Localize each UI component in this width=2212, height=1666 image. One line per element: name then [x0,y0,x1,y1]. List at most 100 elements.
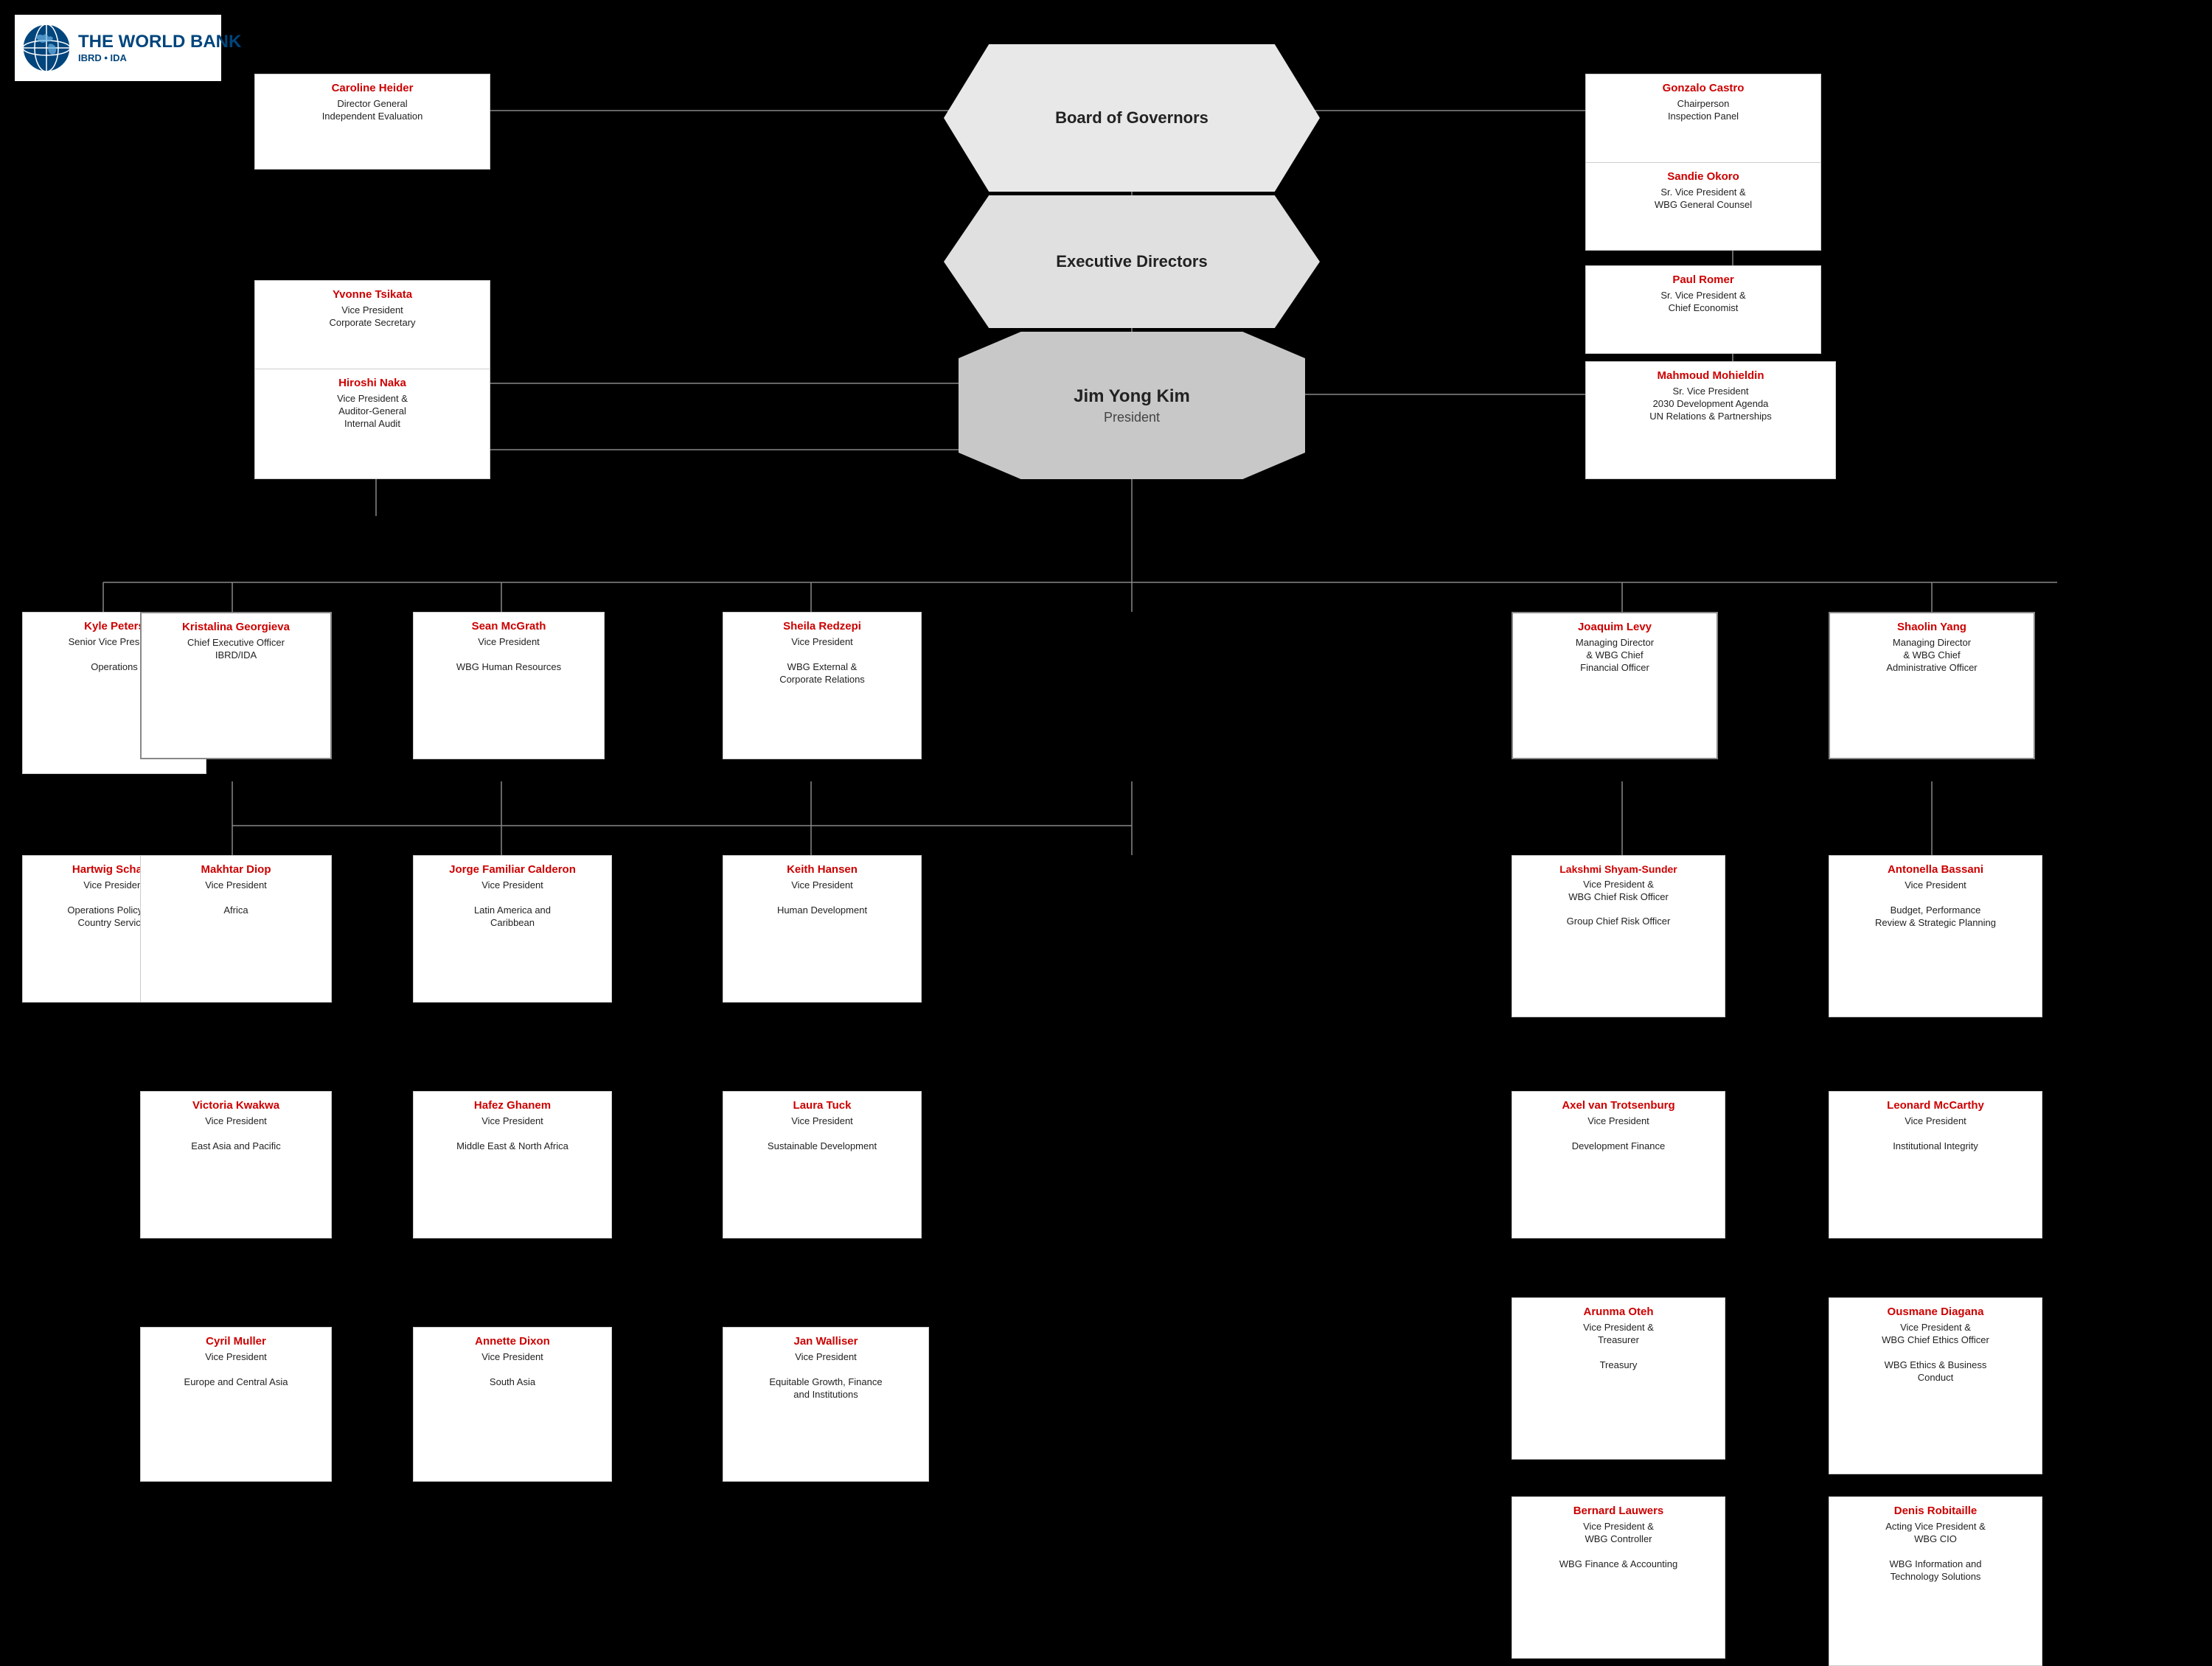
laura-card: Laura Tuck Vice President Sustainable De… [723,1091,922,1238]
kristalina-name: Kristalina Georgieva [147,621,324,634]
caroline-title: Director General Independent Evaluation [261,98,484,123]
logo: THE WORLD BANK IBRD • IDA [15,15,221,81]
mahmoud-title: Sr. Vice President 2030 Development Agen… [1592,386,1829,423]
mahmoud-card: Mahmoud Mohieldin Sr. Vice President 203… [1585,361,1836,479]
yvonne-title: Vice President Corporate Secretary [261,304,484,330]
jorge-title: Vice President Latin America and Caribbe… [420,879,605,930]
keith-card: Keith Hansen Vice President Human Develo… [723,855,922,1003]
kristalina-card: Kristalina Georgieva Chief Executive Off… [140,612,332,759]
makhtar-title: Vice President Africa [147,879,325,917]
joaquim-title: Managing Director & WBG Chief Financial … [1519,637,1711,675]
paul-card: Paul Romer Sr. Vice President & Chief Ec… [1585,265,1821,354]
president-card: Jim Yong Kim President [959,332,1305,479]
jan-card: Jan Walliser Vice President Equitable Gr… [723,1327,929,1482]
lakshmi-card: Lakshmi Shyam-Sunder Vice President & WB… [1512,855,1725,1017]
sandie-title: Sr. Vice President & WBG General Counsel [1592,187,1815,212]
arunma-name: Arunma Oteh [1518,1306,1719,1319]
ousmane-name: Ousmane Diagana [1835,1306,2036,1319]
caroline-heider-card: Caroline Heider Director General Indepen… [254,74,490,170]
shaolin-title: Managing Director & WBG Chief Administra… [1836,637,2028,675]
gonzalo-name: Gonzalo Castro [1592,82,1815,95]
sandie-name: Sandie Okoro [1592,170,1815,184]
bernard-card: Bernard Lauwers Vice President & WBG Con… [1512,1496,1725,1659]
leonard-card: Leonard McCarthy Vice President Institut… [1829,1091,2042,1238]
sean-card: Sean McGrath Vice President WBG Human Re… [413,612,605,759]
sheila-card: Sheila Redzepi Vice President WBG Extern… [723,612,922,759]
leonard-title: Vice President Institutional Integrity [1835,1115,2036,1153]
jorge-name: Jorge Familiar Calderon [420,863,605,876]
lakshmi-name: Lakshmi Shyam-Sunder [1518,863,1719,876]
hafez-card: Hafez Ghanem Vice President Middle East … [413,1091,612,1238]
hiroshi-card: Hiroshi Naka Vice President & Auditor-Ge… [254,369,490,479]
antonella-name: Antonella Bassani [1835,863,2036,876]
axel-card: Axel van Trotsenburg Vice President Deve… [1512,1091,1725,1238]
antonella-card: Antonella Bassani Vice President Budget,… [1829,855,2042,1017]
jan-name: Jan Walliser [729,1335,922,1348]
cyril-name: Cyril Muller [147,1335,325,1348]
axel-title: Vice President Development Finance [1518,1115,1719,1153]
laura-name: Laura Tuck [729,1099,915,1112]
mahmoud-name: Mahmoud Mohieldin [1592,369,1829,383]
ousmane-title: Vice President & WBG Chief Ethics Office… [1835,1322,2036,1384]
kristalina-title: Chief Executive Officer IBRD/IDA [147,637,324,662]
sean-name: Sean McGrath [420,620,598,633]
bernard-title: Vice President & WBG Controller WBG Fina… [1518,1521,1719,1571]
cyril-title: Vice President Europe and Central Asia [147,1351,325,1389]
board-of-governors: Board of Governors [944,44,1320,192]
org-chart: { "logo": { "main": "THE WORLD BANK", "s… [0,0,2212,1659]
president-title: President [1104,410,1160,425]
denis-card: Denis Robitaille Acting Vice President &… [1829,1496,2042,1666]
joaquim-name: Joaquim Levy [1519,621,1711,634]
sheila-title: Vice President WBG External & Corporate … [729,636,915,686]
jan-title: Vice President Equitable Growth, Finance… [729,1351,922,1401]
arunma-card: Arunma Oteh Vice President & Treasurer T… [1512,1297,1725,1460]
exec-directors-label: Executive Directors [1056,252,1207,271]
arunma-title: Vice President & Treasurer Treasury [1518,1322,1719,1372]
denis-name: Denis Robitaille [1835,1505,2036,1518]
logo-main-text: THE WORLD BANK [78,32,241,52]
hafez-title: Vice President Middle East & North Afric… [420,1115,605,1153]
annette-name: Annette Dixon [420,1335,605,1348]
president-name: Jim Yong Kim [1074,386,1190,407]
logo-sub-text: IBRD • IDA [78,52,241,63]
bernard-name: Bernard Lauwers [1518,1505,1719,1518]
paul-title: Sr. Vice President & Chief Economist [1592,290,1815,315]
hiroshi-title: Vice President & Auditor-General Interna… [261,393,484,431]
leonard-name: Leonard McCarthy [1835,1099,2036,1112]
victoria-title: Vice President East Asia and Pacific [147,1115,325,1153]
keith-name: Keith Hansen [729,863,915,876]
gonzalo-title: Chairperson Inspection Panel [1592,98,1815,123]
sean-title: Vice President WBG Human Resources [420,636,598,674]
sheila-name: Sheila Redzepi [729,620,915,633]
gonzalo-card: Gonzalo Castro Chairperson Inspection Pa… [1585,74,1821,170]
jorge-card: Jorge Familiar Calderon Vice President L… [413,855,612,1003]
denis-title: Acting Vice President & WBG CIO WBG Info… [1835,1521,2036,1583]
lakshmi-title: Vice President & WBG Chief Risk Officer … [1518,879,1719,929]
logo-text: THE WORLD BANK IBRD • IDA [78,32,241,63]
sandie-card: Sandie Okoro Sr. Vice President & WBG Ge… [1585,162,1821,251]
yvonne-name: Yvonne Tsikata [261,288,484,302]
board-label: Board of Governors [1055,108,1208,128]
cyril-card: Cyril Muller Vice President Europe and C… [140,1327,332,1482]
victoria-name: Victoria Kwakwa [147,1099,325,1112]
keith-title: Vice President Human Development [729,879,915,917]
antonella-title: Vice President Budget, Performance Revie… [1835,879,2036,930]
shaolin-name: Shaolin Yang [1836,621,2028,634]
makhtar-card: Makhtar Diop Vice President Africa [140,855,332,1003]
axel-name: Axel van Trotsenburg [1518,1099,1719,1112]
logo-globe-icon [21,22,72,74]
joaquim-card: Joaquim Levy Managing Director & WBG Chi… [1512,612,1718,759]
victoria-card: Victoria Kwakwa Vice President East Asia… [140,1091,332,1238]
laura-title: Vice President Sustainable Development [729,1115,915,1153]
yvonne-card: Yvonne Tsikata Vice President Corporate … [254,280,490,376]
hafez-name: Hafez Ghanem [420,1099,605,1112]
shaolin-card: Shaolin Yang Managing Director & WBG Chi… [1829,612,2035,759]
makhtar-name: Makhtar Diop [147,863,325,876]
annette-card: Annette Dixon Vice President South Asia [413,1327,612,1482]
paul-name: Paul Romer [1592,273,1815,287]
annette-title: Vice President South Asia [420,1351,605,1389]
ousmane-card: Ousmane Diagana Vice President & WBG Chi… [1829,1297,2042,1474]
caroline-name: Caroline Heider [261,82,484,95]
executive-directors: Executive Directors [944,195,1320,328]
hiroshi-name: Hiroshi Naka [261,377,484,390]
